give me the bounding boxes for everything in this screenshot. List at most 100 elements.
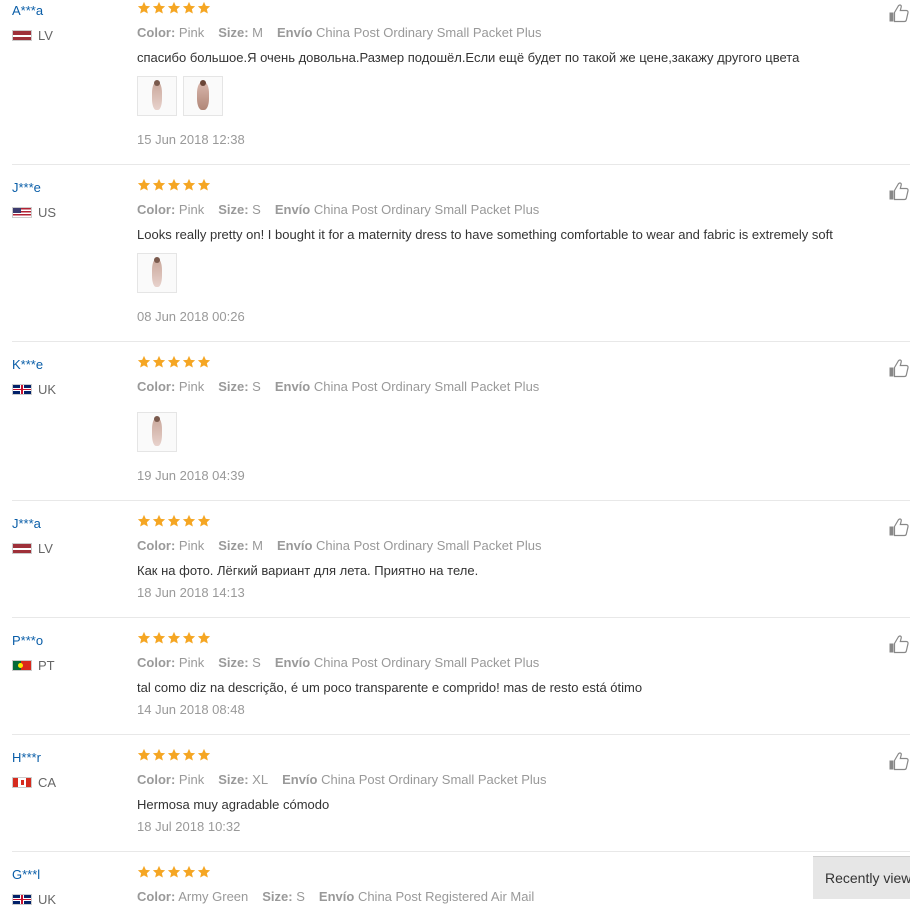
review-photo-thumbnail[interactable] xyxy=(137,412,177,452)
star-rating xyxy=(137,748,212,764)
review-text: Hermosa muy agradable cómodo xyxy=(137,797,330,812)
flag-us-icon xyxy=(12,206,32,218)
flag-ca-icon xyxy=(12,776,32,788)
thumbs-up-icon[interactable] xyxy=(888,750,910,772)
thumbs-up-icon[interactable] xyxy=(888,633,910,655)
thumbs-up-icon[interactable] xyxy=(888,516,910,538)
star-icon xyxy=(167,355,181,369)
review-item: A***a LV Color: Pink Size: M Envío China Pos… xyxy=(12,0,910,165)
size-value: M xyxy=(252,538,264,553)
star-rating xyxy=(137,178,212,194)
reviewer-name[interactable]: J***e xyxy=(12,180,41,195)
star-icon xyxy=(167,748,181,762)
reviewer-name[interactable]: G***l xyxy=(12,867,40,882)
review-photo-thumbnail[interactable] xyxy=(183,76,223,116)
review-text: Как на фото. Лёгкий вариант для лета. Пр… xyxy=(137,563,479,578)
star-icon xyxy=(152,355,166,369)
star-icon xyxy=(182,748,196,762)
recently-viewed-tab[interactable]: Recently view xyxy=(813,856,910,899)
review-item: J***e US Color: Pink Size: S Envío China Pos… xyxy=(12,177,910,342)
reviewer-name[interactable]: P***o xyxy=(12,633,43,648)
review-date: 18 Jul 2018 10:32 xyxy=(137,819,241,834)
star-icon xyxy=(137,1,151,15)
shipping-value: China Post Ordinary Small Packet Plus xyxy=(313,655,540,670)
color-label: Color: xyxy=(137,889,176,904)
country-code: UK xyxy=(38,891,57,907)
star-icon xyxy=(197,178,211,192)
star-icon xyxy=(197,865,211,879)
reviewer-name[interactable]: J***a xyxy=(12,516,41,531)
review-date: 18 Jun 2018 14:13 xyxy=(137,585,245,600)
size-value: S xyxy=(252,202,261,217)
star-icon xyxy=(182,514,196,528)
reviewer-name[interactable]: H***r xyxy=(12,750,41,765)
order-info: Color: Pink Size: S Envío China Post Ordin… xyxy=(137,379,539,394)
star-icon xyxy=(152,865,166,879)
shipping-label: Envío xyxy=(318,889,355,904)
reviewer-country: UK xyxy=(12,381,56,397)
country-code: LV xyxy=(38,540,53,556)
country-code: US xyxy=(38,204,57,220)
color-label: Color: xyxy=(137,379,176,394)
review-item: G***l UK Color: Army Green Size: S Envío Chi… xyxy=(12,864,910,924)
reviewer-country: PT xyxy=(12,657,55,673)
star-rating xyxy=(137,631,212,647)
star-icon xyxy=(167,865,181,879)
size-label: Size: xyxy=(218,538,249,553)
review-item: H***r CA Color: Pink Size: XL Envío China Po… xyxy=(12,747,910,852)
star-icon xyxy=(152,748,166,762)
reviewer-country: LV xyxy=(12,27,53,43)
review-date: 08 Jun 2018 00:26 xyxy=(137,309,245,324)
recently-viewed-label: Recently view xyxy=(825,870,910,886)
color-value: Pink xyxy=(178,202,205,217)
star-icon xyxy=(182,631,196,645)
order-info: Color: Pink Size: XL Envío China Post Ordi… xyxy=(137,772,547,787)
review-text: tal como diz na descrição, é um poco tra… xyxy=(137,680,643,695)
star-rating xyxy=(137,355,212,371)
review-text: спасибо большое.Я очень довольна.Размер … xyxy=(137,50,800,65)
size-value: S xyxy=(296,889,305,904)
star-icon xyxy=(182,1,196,15)
star-icon xyxy=(167,631,181,645)
size-value: S xyxy=(252,379,261,394)
color-value: Pink xyxy=(178,538,205,553)
order-info: Color: Pink Size: S Envío China Post Ordin… xyxy=(137,202,539,217)
review-photo-thumbnail[interactable] xyxy=(137,253,177,293)
thumbs-up-icon[interactable] xyxy=(888,357,910,379)
star-icon xyxy=(137,514,151,528)
shipping-value: China Post Ordinary Small Packet Plus xyxy=(316,25,542,40)
review-date: 15 Jun 2018 12:38 xyxy=(137,132,245,147)
review-date: 14 Jun 2018 08:48 xyxy=(137,702,245,717)
shipping-value: China Post Registered Air Mail xyxy=(357,889,535,904)
flag-uk-icon xyxy=(12,893,32,905)
thumbs-up-icon[interactable] xyxy=(888,180,910,202)
shipping-label: Envío xyxy=(274,655,311,670)
reviewer-name[interactable]: K***e xyxy=(12,357,43,372)
star-icon xyxy=(137,748,151,762)
star-icon xyxy=(137,865,151,879)
size-label: Size: xyxy=(218,379,249,394)
color-value: Pink xyxy=(178,772,205,787)
size-label: Size: xyxy=(218,202,249,217)
star-icon xyxy=(167,514,181,528)
star-icon xyxy=(152,178,166,192)
flag-lv-icon xyxy=(12,29,32,41)
thumbs-up-icon[interactable] xyxy=(888,2,910,24)
country-code: PT xyxy=(38,657,55,673)
star-icon xyxy=(182,355,196,369)
size-label: Size: xyxy=(262,889,293,904)
star-icon xyxy=(152,631,166,645)
country-code: UK xyxy=(38,381,57,397)
color-value: Pink xyxy=(178,655,205,670)
size-label: Size: xyxy=(218,655,249,670)
shipping-label: Envío xyxy=(274,202,311,217)
star-icon xyxy=(197,514,211,528)
shipping-value: China Post Ordinary Small Packet Plus xyxy=(321,772,547,787)
star-icon xyxy=(137,178,151,192)
star-icon xyxy=(167,1,181,15)
color-value: Pink xyxy=(178,25,205,40)
review-photo-thumbnail[interactable] xyxy=(137,76,177,116)
size-value: S xyxy=(252,655,261,670)
reviewer-name[interactable]: A***a xyxy=(12,3,43,18)
star-icon xyxy=(152,1,166,15)
